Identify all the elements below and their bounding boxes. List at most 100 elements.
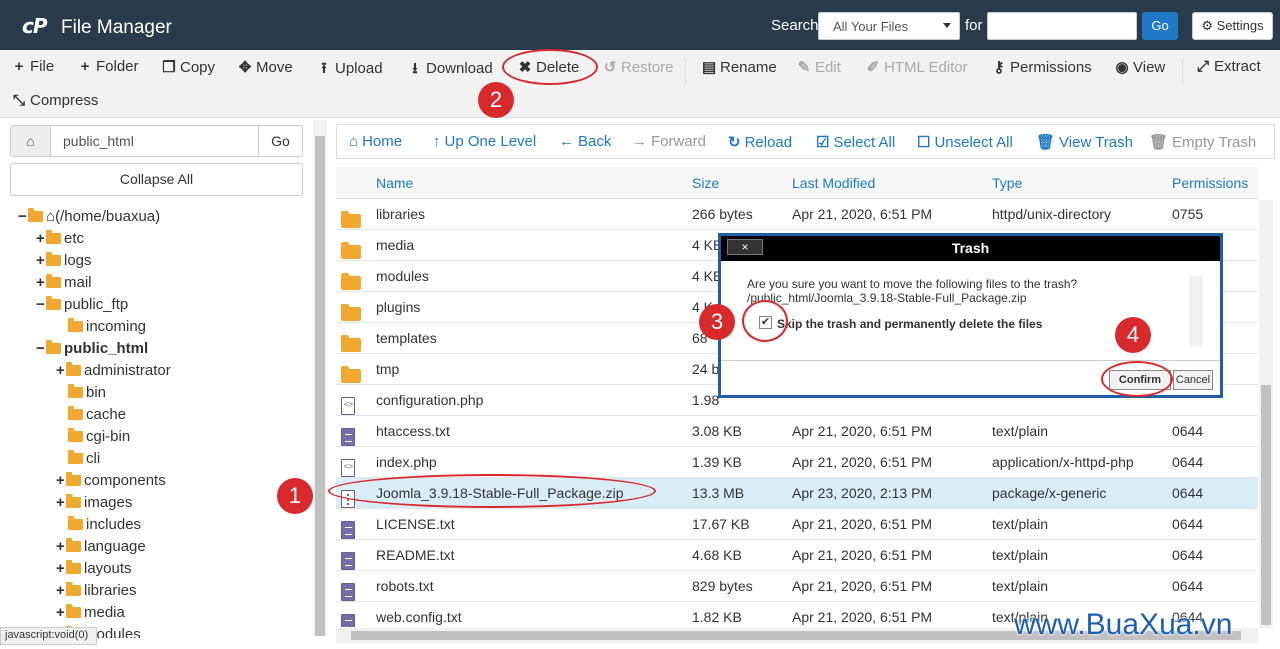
search-scope-select[interactable]: All Your Files <box>818 12 960 40</box>
upload-button[interactable]: ⭱ Upload <box>317 58 382 83</box>
scrollbar-thumb[interactable] <box>315 136 325 636</box>
file-name[interactable]: htaccess.txt <box>376 423 450 439</box>
tree-item-public-ftp[interactable]: − public_ftp <box>36 294 128 316</box>
edit-button[interactable]: ✎ Edit <box>797 58 841 76</box>
step-marker-4: 4 <box>1115 317 1151 353</box>
file-table-scrollbar[interactable] <box>1259 200 1273 628</box>
table-row[interactable]: README.txt 4.68 KB Apr 21, 2020, 6:51 PM te… <box>336 540 1258 571</box>
search-scope-value: All Your Files <box>833 19 909 34</box>
app-title: File Manager <box>61 17 172 38</box>
html-editor-button[interactable]: ✐ HTML Editor <box>866 58 968 76</box>
column-name[interactable]: Name <box>376 175 413 191</box>
home-button[interactable]: ⌂ Home <box>349 133 402 150</box>
forward-button[interactable]: → Forward <box>632 133 706 150</box>
tree-item-language[interactable]: + language <box>56 536 146 558</box>
tree-item-public-html[interactable]: − public_html <box>36 338 148 360</box>
scrollbar-thumb[interactable] <box>1261 385 1271 625</box>
php-file-icon <box>341 459 355 477</box>
table-row[interactable]: htaccess.txt 3.08 KB Apr 21, 2020, 6:51 PM… <box>336 416 1258 447</box>
unselect-all-button[interactable]: ☐ Unselect All <box>917 133 1013 151</box>
compress-button[interactable]: ⤡ Compress <box>12 92 98 109</box>
search-go-button[interactable]: Go <box>1142 12 1178 40</box>
skip-trash-label[interactable]: Skip the trash and permanently delete th… <box>777 317 1042 331</box>
tree-item-libraries[interactable]: + libraries <box>56 580 137 602</box>
view-button[interactable]: ◉ View <box>1115 58 1165 76</box>
gear-icon: ⚙ <box>1201 18 1217 33</box>
cancel-button[interactable]: Cancel <box>1173 370 1213 390</box>
path-input[interactable]: public_html <box>50 125 259 157</box>
download-button[interactable]: ⭳ Download <box>408 58 492 83</box>
tree-item-label: components <box>84 472 166 489</box>
tree-item-mail[interactable]: + mail <box>36 272 92 294</box>
compress-label: Compress <box>30 92 99 109</box>
watermark: www.BuaXua.vn <box>1014 608 1233 641</box>
table-row[interactable]: LICENSE.txt 17.67 KB Apr 21, 2020, 6:51 PM… <box>336 509 1258 540</box>
copy-button[interactable]: ❐ Copy <box>162 58 215 76</box>
file-name[interactable]: LICENSE.txt <box>376 516 455 532</box>
file-name[interactable]: robots.txt <box>376 578 434 594</box>
empty-trash-button[interactable]: 🗑 Empty Trash <box>1149 133 1256 151</box>
cpanel-logo[interactable]: cP <box>22 14 47 38</box>
tree-item-administrator[interactable]: + administrator <box>56 360 171 382</box>
eye-icon: ◉ <box>1115 59 1129 76</box>
folder-icon <box>46 252 61 266</box>
path-go-button[interactable]: Go <box>258 125 303 157</box>
column-permissions[interactable]: Permissions <box>1172 175 1248 191</box>
tree-item-bin[interactable]: bin <box>68 382 106 404</box>
tree-item-cli[interactable]: cli <box>68 448 100 470</box>
restore-button[interactable]: ↺ Restore <box>603 58 674 76</box>
file-name[interactable]: web.config.txt <box>376 609 462 625</box>
file-name[interactable]: templates <box>376 330 437 346</box>
upload-icon: ⭱ <box>321 60 327 77</box>
tree-item-components[interactable]: + components <box>56 470 166 492</box>
extract-button[interactable]: ⤢ Extract <box>1196 58 1261 75</box>
search-input[interactable] <box>987 12 1137 40</box>
file-name[interactable]: configuration.php <box>376 392 483 408</box>
select-all-button[interactable]: ☑ Select All <box>816 133 895 151</box>
tree-item-label: mail <box>64 274 92 291</box>
dialog-close-button[interactable]: × <box>727 239 763 255</box>
tree-item-logs[interactable]: + logs <box>36 250 92 272</box>
file-name[interactable]: modules <box>376 268 429 284</box>
reload-button[interactable]: ↻ Reload <box>728 133 792 151</box>
tree-item-etc[interactable]: + etc <box>36 228 84 250</box>
column-modified[interactable]: Last Modified <box>792 175 875 191</box>
collapse-all-button[interactable]: Collapse All <box>10 163 303 196</box>
new-folder-label: Folder <box>96 58 139 75</box>
column-size[interactable]: Size <box>692 175 719 191</box>
new-folder-button[interactable]: + Folder <box>78 58 139 75</box>
file-name[interactable]: media <box>376 237 414 253</box>
tree-item-media[interactable]: + media <box>56 602 125 624</box>
tree-item-cgi-bin[interactable]: cgi-bin <box>68 426 130 448</box>
tree-scrollbar[interactable] <box>313 120 327 636</box>
back-button[interactable]: ← Back <box>559 133 611 150</box>
rename-button[interactable]: ▤ Rename <box>702 58 777 76</box>
table-row[interactable]: robots.txt 829 bytes Apr 21, 2020, 6:51 PM… <box>336 571 1258 602</box>
dialog-scrollbar[interactable] <box>1189 276 1203 346</box>
home-icon[interactable]: ⌂ <box>10 125 51 157</box>
tree-item-incoming[interactable]: incoming <box>68 316 146 338</box>
column-type[interactable]: Type <box>992 175 1022 191</box>
text-file-icon <box>341 428 355 446</box>
tree-item-cache[interactable]: cache <box>68 404 126 426</box>
permissions-button[interactable]: ⚷ Permissions <box>992 58 1092 76</box>
new-file-button[interactable]: + File <box>12 58 55 75</box>
edit-icon: ✐ <box>866 59 880 76</box>
file-name[interactable]: plugins <box>376 299 420 315</box>
view-trash-button[interactable]: 🗑 View Trash <box>1036 133 1133 151</box>
file-size: 1.82 KB <box>692 609 742 625</box>
table-row[interactable]: libraries 266 bytes Apr 21, 2020, 6:51 PM h… <box>336 199 1258 230</box>
settings-button[interactable]: ⚙ Settings <box>1192 12 1273 40</box>
file-name[interactable]: index.php <box>376 454 437 470</box>
tree-item-layouts[interactable]: + layouts <box>56 558 132 580</box>
tree-item-home[interactable]: − ⌂(/home/buaxua) <box>18 206 160 228</box>
file-name[interactable]: libraries <box>376 206 425 222</box>
move-button[interactable]: ✥ Move <box>238 58 293 76</box>
tree-item-images[interactable]: + images <box>56 492 132 514</box>
tree-item-includes[interactable]: includes <box>68 514 141 536</box>
up-one-level-button[interactable]: ↑ Up One Level <box>433 133 536 150</box>
dialog-file-path: /public_html/Joomla_3.9.18-Stable-Full_P… <box>747 291 1027 305</box>
file-name[interactable]: README.txt <box>376 547 455 563</box>
tree-item-label: cgi-bin <box>86 428 131 445</box>
file-name[interactable]: tmp <box>376 361 399 377</box>
